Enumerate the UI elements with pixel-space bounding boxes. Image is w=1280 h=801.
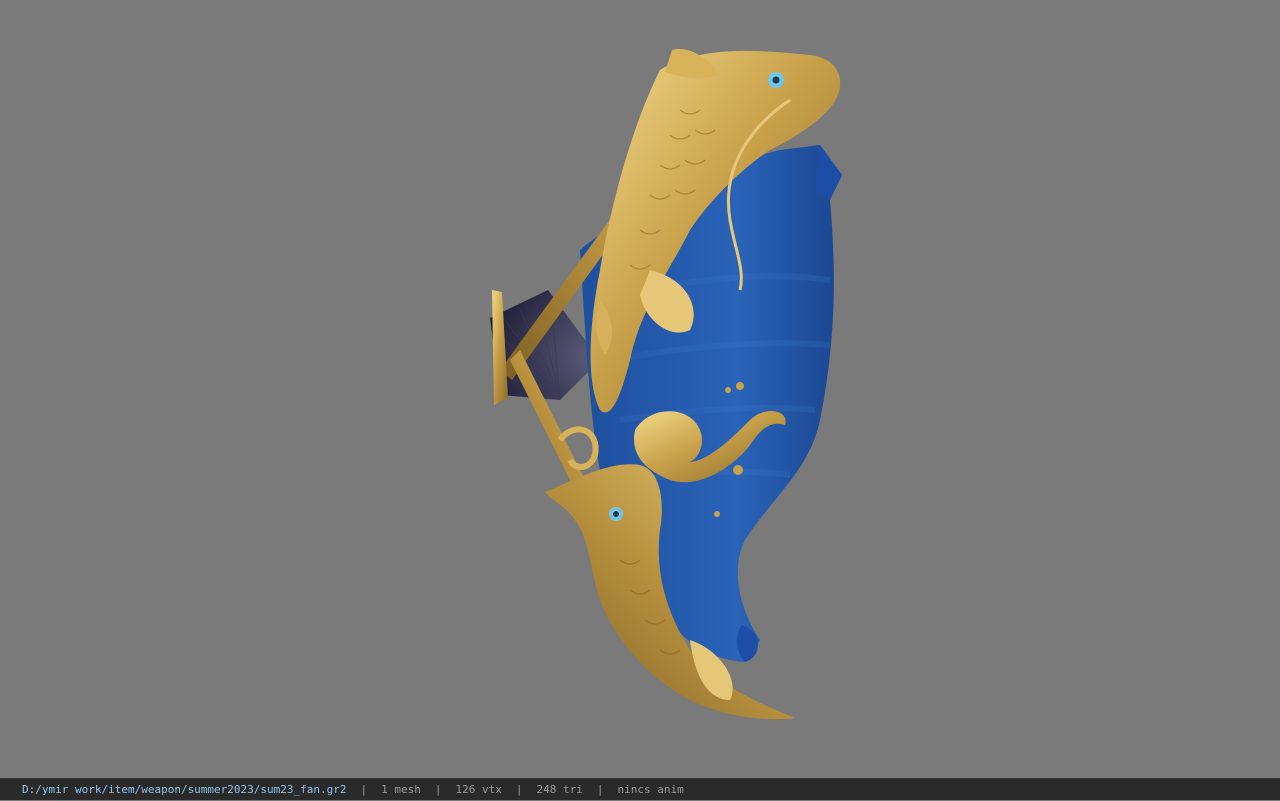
status-separator: | xyxy=(360,782,368,796)
status-separator: | xyxy=(434,782,442,796)
mesh-count: 1 mesh xyxy=(381,782,421,796)
status-separator: | xyxy=(515,782,523,796)
status-separator: | xyxy=(596,782,604,796)
3d-viewport[interactable] xyxy=(0,0,1280,778)
vertex-count: 126 vtx xyxy=(455,782,502,796)
status-bar: D:/ymir work/item/weapon/summer2023/sum2… xyxy=(0,778,1280,800)
animation-status: nincs anim xyxy=(617,782,684,796)
triangle-count: 248 tri xyxy=(536,782,583,796)
file-path: D:/ymir work/item/weapon/summer2023/sum2… xyxy=(22,782,347,796)
fan-model-render xyxy=(490,49,842,720)
